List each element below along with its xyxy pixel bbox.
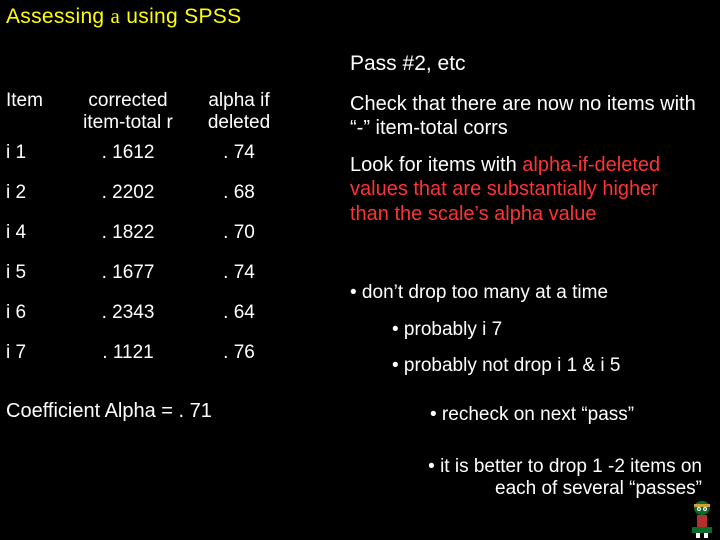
table-row: i 5 . 1677 . 74 — [6, 262, 334, 302]
cell-item: i 5 — [6, 262, 66, 284]
header-item: Item — [6, 90, 66, 112]
cell-item: i 2 — [6, 182, 66, 204]
table-row: i 1 . 1612 . 74 — [6, 142, 334, 182]
pass-label: Pass #2, etc — [350, 52, 466, 76]
title-suffix: using SPSS — [120, 5, 241, 28]
coefficient-alpha-line: Coefficient Alpha = . 71 — [6, 400, 212, 423]
check-paragraph: Check that there are now no items with “… — [350, 92, 702, 141]
cell-alpha: . 68 — [190, 182, 288, 204]
table-row: i 4 . 1822 . 70 — [6, 222, 334, 262]
slide-title: Assessing a using SPSS — [6, 4, 241, 29]
marvin-icon — [686, 498, 718, 538]
slide: Assessing a using SPSS Pass #2, etc Item… — [0, 0, 720, 540]
cell-item: i 6 — [6, 302, 66, 324]
look-paragraph: Look for items with alpha-if-deleted val… — [350, 153, 702, 226]
cell-alpha: . 70 — [190, 222, 288, 244]
title-prefix: Assessing — [6, 5, 111, 28]
cell-item: i 7 — [6, 342, 66, 364]
right-text: Check that there are now no items with “… — [350, 92, 702, 238]
cell-corr: . 1822 — [66, 222, 190, 244]
cell-corr: . 1677 — [66, 262, 190, 284]
cell-alpha: . 76 — [190, 342, 288, 364]
header-alpha: alpha if deleted — [190, 90, 288, 134]
header-corr: corrected item-total r — [66, 90, 190, 134]
cell-item: i 1 — [6, 142, 66, 164]
cell-alpha: . 64 — [190, 302, 288, 324]
bullet-recheck: • recheck on next “pass” — [430, 404, 720, 426]
alpha-symbol: a — [111, 4, 121, 28]
cell-alpha: . 74 — [190, 262, 288, 284]
cell-corr: . 1612 — [66, 142, 190, 164]
cell-alpha: . 74 — [190, 142, 288, 164]
bullet-dont-drop: • don’t drop too many at a time — [350, 282, 706, 304]
cell-corr: . 2202 — [66, 182, 190, 204]
bullet-better: • it is better to drop 1 -2 items on eac… — [350, 456, 702, 500]
cell-item: i 4 — [6, 222, 66, 244]
table-row: i 6 . 2343 . 64 — [6, 302, 334, 342]
item-table: Item corrected item-total r alpha if del… — [6, 90, 334, 382]
cell-corr: . 2343 — [66, 302, 190, 324]
bullet-prob-i7: • probably i 7 — [392, 319, 720, 341]
bullet-prob-not: • probably not drop i 1 & i 5 — [392, 355, 720, 377]
table-row: i 7 . 1121 . 76 — [6, 342, 334, 382]
cell-corr: . 1121 — [66, 342, 190, 364]
table-header-row: Item corrected item-total r alpha if del… — [6, 90, 334, 142]
table-row: i 2 . 2202 . 68 — [6, 182, 334, 222]
